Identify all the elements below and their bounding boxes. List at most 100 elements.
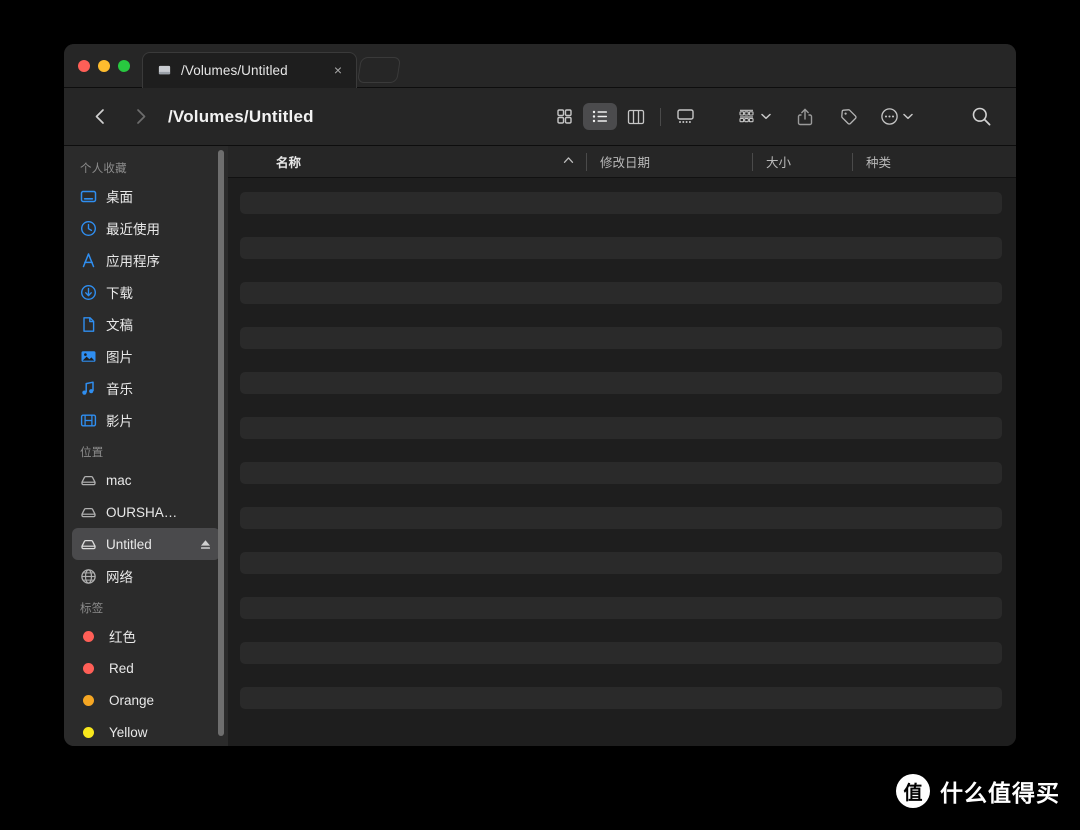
applications-icon (82, 252, 95, 267)
tags-button[interactable] (832, 103, 866, 130)
table-row[interactable] (240, 192, 1002, 214)
close-icon[interactable]: × (330, 63, 346, 77)
sidebar-item-label: 应用程序 (106, 254, 160, 269)
watermark: 值 什么值得买 (896, 774, 1060, 808)
sidebar-item-label: mac (106, 472, 132, 488)
disk-icon (81, 475, 96, 485)
new-tab-button[interactable] (356, 57, 402, 83)
sort-ascending-icon (563, 156, 574, 163)
page-title: /Volumes/Untitled (168, 106, 314, 126)
table-row[interactable] (240, 282, 1002, 304)
column-header-label: 修改日期 (600, 156, 651, 170)
sidebar-item-desktop[interactable]: 桌面 (72, 180, 220, 212)
chevron-down-icon (760, 113, 771, 120)
sidebar-item-label: Yellow (109, 724, 148, 740)
table-row[interactable] (240, 372, 1002, 394)
grid-icon (556, 109, 572, 124)
share-button[interactable] (788, 103, 822, 130)
close-window-button[interactable] (78, 59, 90, 72)
table-row[interactable] (240, 327, 1002, 349)
document-icon (83, 316, 95, 332)
photos-icon (81, 350, 96, 362)
gallery-icon (676, 109, 694, 123)
chevron-right-icon (136, 109, 145, 124)
finder-window: /Volumes/Untitled × /Volumes/Untitled 个人… (64, 44, 1016, 746)
back-button[interactable] (84, 102, 114, 132)
sidebar-item-documents[interactable]: 文稿 (72, 308, 220, 340)
clock-icon (80, 220, 97, 236)
network-icon (81, 568, 96, 584)
columns-icon (627, 109, 645, 124)
list-view-button[interactable] (583, 103, 617, 130)
sidebar-item-pictures[interactable]: 图片 (72, 340, 220, 372)
column-header-date[interactable]: 修改日期 (586, 146, 752, 178)
desktop-icon (80, 190, 97, 202)
search-button[interactable] (964, 103, 998, 130)
minimize-window-button[interactable] (98, 59, 110, 72)
sidebar-item-label: 最近使用 (106, 222, 160, 237)
column-header-name[interactable]: 名称 (228, 146, 586, 178)
toolbar: /Volumes/Untitled (64, 88, 1016, 146)
sidebar-section-tags-title: 标签 (80, 603, 104, 615)
tag-dot-icon (83, 630, 94, 642)
disk-icon (81, 507, 96, 517)
column-header-kind[interactable]: 种类 (852, 146, 1016, 178)
column-view-button[interactable] (619, 103, 653, 130)
tag-dot-icon (83, 694, 94, 706)
table-row[interactable] (240, 642, 1002, 664)
sidebar-item-label: 影片 (106, 414, 133, 429)
sidebar-item-mac[interactable]: mac (72, 464, 220, 496)
tab-volumes-untitled[interactable]: /Volumes/Untitled × (142, 51, 357, 88)
chevron-down-icon (902, 113, 913, 120)
sidebar-item-untitled[interactable]: Untitled (72, 528, 220, 560)
table-row[interactable] (240, 462, 1002, 484)
gallery-view-button[interactable] (668, 103, 702, 130)
column-header-label: 大小 (766, 156, 792, 170)
sidebar-item-label: 文稿 (106, 318, 133, 333)
table-row[interactable] (240, 552, 1002, 574)
sidebar-item-label: 红色 (109, 630, 136, 645)
sidebar-item-tag-red-cn[interactable]: 红色 (72, 620, 220, 652)
sidebar-item-label: Red (109, 660, 134, 676)
sidebar-item-network[interactable]: 网络 (72, 560, 220, 592)
sidebar-scrollbar[interactable] (218, 150, 224, 736)
sidebar-item-applications[interactable]: 应用程序 (72, 244, 220, 276)
sidebar-item-label: Orange (109, 692, 155, 708)
sidebar-item-label: 桌面 (106, 190, 133, 205)
sidebar-item-label: Untitled (106, 536, 152, 552)
sidebar-item-music[interactable]: 音乐 (72, 372, 220, 404)
table-row[interactable] (240, 597, 1002, 619)
table-row[interactable] (240, 237, 1002, 259)
sidebar-item-label: OURSHA… (106, 504, 178, 520)
traffic-lights (64, 59, 142, 72)
more-actions-button[interactable] (876, 103, 916, 130)
watermark-logo: 值 (896, 774, 930, 808)
column-header-label: 名称 (276, 156, 302, 170)
sidebar-item-label: 网络 (106, 570, 133, 585)
sidebar-item-movies[interactable]: 影片 (72, 404, 220, 436)
table-row[interactable] (240, 417, 1002, 439)
sidebar-item-oursha[interactable]: OURSHA… (72, 496, 220, 528)
sidebar-item-recents[interactable]: 最近使用 (72, 212, 220, 244)
forward-button[interactable] (126, 102, 156, 132)
maximize-window-button[interactable] (118, 59, 130, 72)
file-rows (228, 178, 1016, 746)
tag-icon (841, 108, 857, 125)
sidebar-item-tag-yellow[interactable]: Yellow (72, 716, 220, 746)
movies-icon (80, 414, 97, 427)
table-row[interactable] (240, 507, 1002, 529)
sidebar-item-tag-orange[interactable]: Orange (72, 684, 220, 716)
eject-icon[interactable] (199, 538, 212, 551)
icon-view-button[interactable] (547, 103, 581, 130)
sidebar: 个人收藏 桌面 最近使用 应用程序 下载 文稿 图片 音乐 影片 位置 mac … (64, 146, 228, 746)
view-mode-group (547, 103, 702, 130)
group-by-button[interactable] (734, 103, 774, 130)
music-icon (82, 380, 94, 395)
sidebar-item-tag-red[interactable]: Red (72, 652, 220, 684)
search-icon (972, 107, 990, 126)
sidebar-item-downloads[interactable]: 下载 (72, 276, 220, 308)
table-row[interactable] (240, 687, 1002, 709)
column-header-size[interactable]: 大小 (752, 146, 852, 178)
sidebar-item-label: 下载 (106, 286, 133, 301)
column-headers: 名称 修改日期 大小 种类 (228, 146, 1016, 178)
